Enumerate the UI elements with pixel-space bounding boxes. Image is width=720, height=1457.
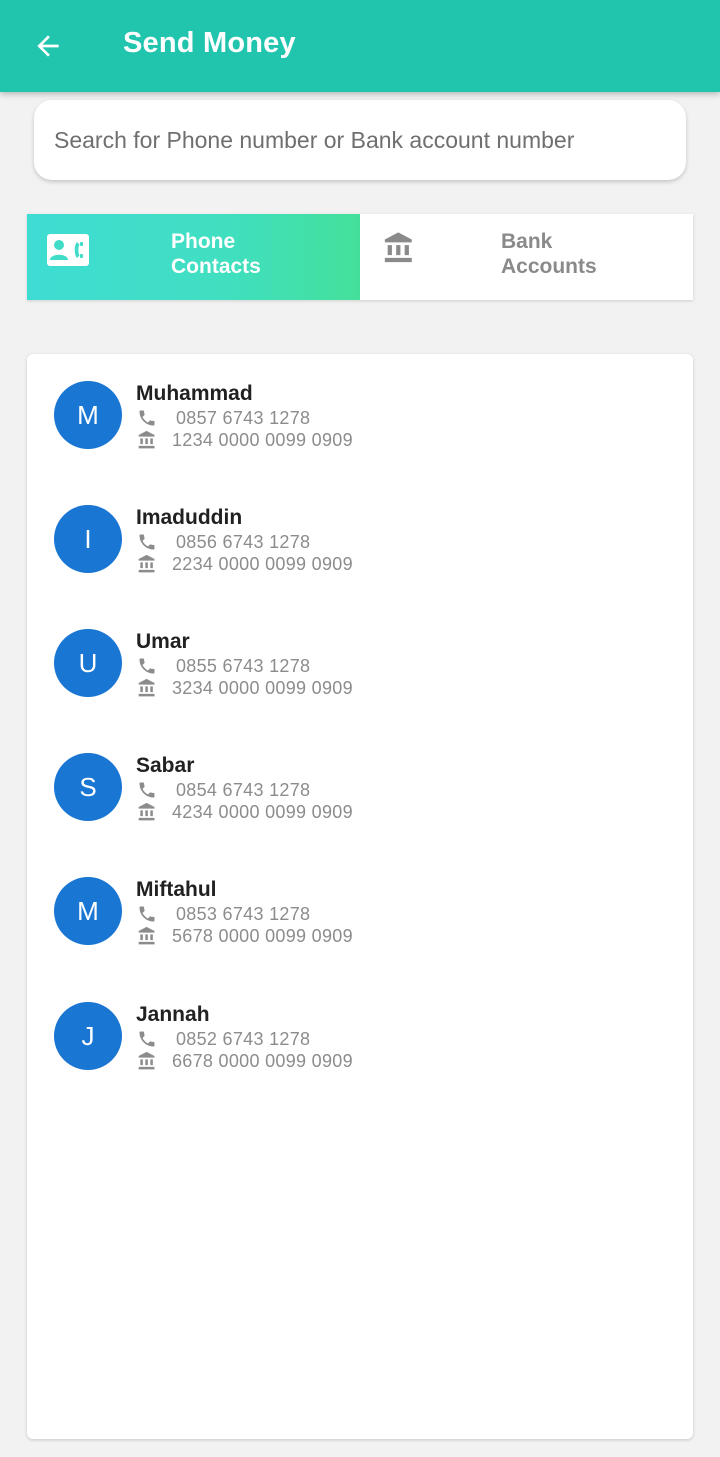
contact-card-phone-icon — [47, 234, 89, 266]
contact-name: Imaduddin — [136, 506, 243, 529]
contact-item-muhammad[interactable]: M Muhammad 0857 6743 1278 1234 0000 0099… — [27, 381, 693, 491]
avatar: I — [54, 505, 122, 573]
contact-phone: 0852 6743 1278 — [176, 1028, 311, 1049]
contact-phone: 0854 6743 1278 — [176, 779, 311, 800]
contact-list: M Muhammad 0857 6743 1278 1234 0000 0099… — [27, 354, 693, 1439]
arrow-left-icon — [37, 35, 59, 57]
avatar: M — [54, 877, 122, 945]
contact-name: Umar — [136, 630, 190, 653]
contact-item-miftahul[interactable]: M Miftahul 0853 6743 1278 5678 0000 0099… — [27, 877, 693, 987]
phone-icon — [136, 655, 158, 677]
search-box[interactable] — [34, 100, 686, 180]
contact-item-umar[interactable]: U Umar 0855 6743 1278 3234 0000 0099 090… — [27, 629, 693, 739]
bank-icon — [136, 1050, 158, 1072]
bank-icon — [136, 801, 158, 823]
bank-icon — [136, 429, 158, 451]
contact-account: 4234 0000 0099 0909 — [172, 801, 353, 822]
contact-name: Jannah — [136, 1003, 210, 1026]
avatar: U — [54, 629, 122, 697]
bank-icon — [136, 925, 158, 947]
phone-icon — [136, 531, 158, 553]
avatar: J — [54, 1002, 122, 1070]
phone-icon — [136, 1028, 158, 1050]
contact-account: 3234 0000 0099 0909 — [172, 677, 353, 698]
contact-item-imaduddin[interactable]: I Imaduddin 0856 6743 1278 2234 0000 009… — [27, 505, 693, 615]
contact-account: 5678 0000 0099 0909 — [172, 925, 353, 946]
contact-account: 2234 0000 0099 0909 — [172, 553, 353, 574]
contact-phone: 0856 6743 1278 — [176, 531, 311, 552]
tab-bar: Phone Contacts Bank Accounts — [27, 214, 693, 300]
avatar: M — [54, 381, 122, 449]
bank-icon — [384, 232, 412, 263]
contact-phone: 0857 6743 1278 — [176, 407, 311, 428]
contact-item-jannah[interactable]: J Jannah 0852 6743 1278 6678 0000 0099 0… — [27, 1002, 693, 1112]
tab-phone-contacts-label: Phone Contacts — [171, 230, 261, 278]
avatar: S — [54, 753, 122, 821]
contact-name: Sabar — [136, 754, 195, 777]
bank-icon — [136, 553, 158, 575]
tab-bank-accounts-label: Bank Accounts — [501, 230, 597, 278]
contact-account: 1234 0000 0099 0909 — [172, 429, 353, 450]
tab-bank-accounts[interactable]: Bank Accounts — [360, 214, 693, 300]
page-title: Send Money — [123, 27, 296, 59]
search-input[interactable] — [54, 120, 674, 160]
contact-name: Miftahul — [136, 878, 217, 901]
contact-name: Muhammad — [136, 382, 253, 405]
contact-item-sabar[interactable]: S Sabar 0854 6743 1278 4234 0000 0099 09… — [27, 753, 693, 863]
contact-account: 6678 0000 0099 0909 — [172, 1050, 353, 1071]
contact-phone: 0855 6743 1278 — [176, 655, 311, 676]
tab-phone-contacts[interactable]: Phone Contacts — [27, 214, 360, 300]
contact-phone: 0853 6743 1278 — [176, 903, 311, 924]
phone-icon — [136, 903, 158, 925]
back-button[interactable] — [28, 26, 68, 66]
app-bar: Send Money — [0, 0, 720, 92]
phone-icon — [136, 407, 158, 429]
phone-icon — [136, 779, 158, 801]
bank-icon — [136, 677, 158, 699]
